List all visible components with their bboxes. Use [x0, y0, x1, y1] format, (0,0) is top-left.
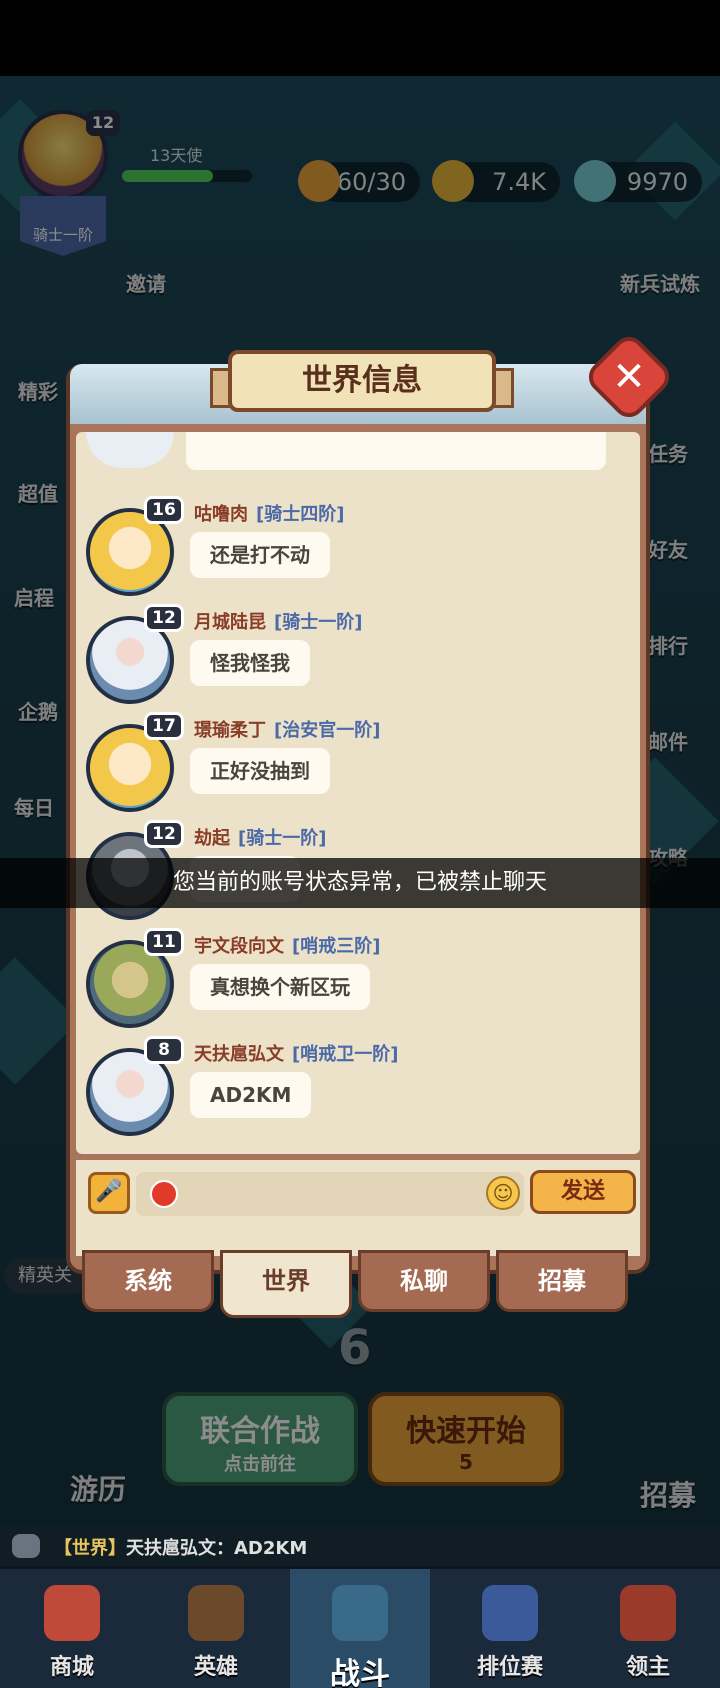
side-left-item-4[interactable]: 启程 — [14, 582, 54, 611]
sender-name-text: 月城陆昆 — [194, 612, 266, 633]
chat-banned-toast: 您当前的账号状态异常，已被禁止聊天 — [0, 858, 720, 908]
stamina-icon — [298, 160, 340, 202]
recruit-trial-button[interactable]: 新兵试炼 — [620, 268, 700, 297]
quick-start-cost: 5 — [459, 1450, 473, 1474]
sender-name-text: 天扶扈弘文 — [194, 1044, 284, 1065]
partial-message-bubble — [186, 432, 606, 470]
sender-level-badge: 16 — [144, 496, 184, 524]
invite-button[interactable]: 邀请 — [126, 268, 166, 297]
sender-name[interactable]: 璟瑜柔丁 [治安官一阶] — [194, 716, 380, 742]
status-bar — [0, 0, 720, 76]
ranked-shield-icon — [482, 1585, 538, 1641]
message-bubble: 怪我怪我 — [190, 640, 310, 686]
side-left-item-6[interactable]: 每日 — [14, 792, 54, 821]
nav-lord-label: 领主 — [625, 1655, 670, 1680]
union-battle-sub: 点击前往 — [224, 1454, 296, 1475]
message-bubble: 正好没抽到 — [190, 748, 330, 794]
ticker-message: 天扶扈弘文：AD2KM — [126, 1538, 308, 1559]
quick-start-button[interactable]: 快速开始 5 — [368, 1392, 564, 1486]
recruit-button[interactable]: 招募 — [640, 1474, 696, 1514]
sender-level-badge: 17 — [144, 712, 184, 740]
gold-coin-icon[interactable] — [432, 160, 474, 202]
sender-name-text: 咕噜肉 — [194, 504, 248, 525]
nav-shop-label: 商城 — [49, 1655, 94, 1680]
smiley-emoji-icon[interactable]: ☺ — [486, 1176, 520, 1210]
sender-level-badge: 12 — [144, 604, 184, 632]
chat-bubble-icon — [12, 1534, 40, 1558]
chat-text-input[interactable] — [136, 1172, 524, 1216]
tab-system[interactable]: 系统 — [82, 1250, 214, 1312]
lord-banner-icon — [620, 1585, 676, 1641]
sender-rank: [哨戒卫一阶] — [292, 1044, 399, 1065]
stage-number: 6 — [338, 1320, 372, 1376]
chat-message: 12 月城陆昆 [骑士一阶] 怪我怪我 — [76, 604, 640, 712]
player-name: 13天使 — [150, 146, 203, 165]
union-battle-label: 联合作战 — [200, 1414, 320, 1449]
sender-name-text: 劫起 — [194, 828, 230, 849]
nav-ranked-label: 排位赛 — [476, 1655, 543, 1680]
hero-card-icon — [188, 1585, 244, 1641]
partial-avatar — [86, 432, 174, 468]
travel-button[interactable]: 游历 — [70, 1468, 126, 1508]
gem-icon[interactable] — [574, 160, 616, 202]
chat-message-list[interactable]: 16 咕噜肉 [骑士四阶] 还是打不动 12 月城陆昆 [骑士一阶] 怪我怪我 17… — [76, 432, 640, 1154]
modal-title: 世界信息 — [228, 350, 496, 412]
message-bubble: 还是打不动 — [190, 532, 330, 578]
chat-message: 17 璟瑜柔丁 [治安官一阶] 正好没抽到 — [76, 712, 640, 820]
message-bubble: AD2KM — [190, 1072, 312, 1118]
sender-name-text: 宇文段向文 — [194, 936, 284, 957]
sender-rank: [治安官一阶] — [274, 720, 381, 741]
nav-heroes[interactable]: 英雄 — [144, 1569, 288, 1688]
sender-name[interactable]: 咕噜肉 [骑士四阶] — [194, 500, 344, 526]
side-left-item-5[interactable]: 企鹅 — [18, 696, 58, 725]
send-button[interactable]: 发送 — [530, 1170, 636, 1214]
sender-level-badge: 8 — [144, 1036, 184, 1064]
sender-name-text: 璟瑜柔丁 — [194, 720, 266, 741]
sender-rank: [骑士四阶] — [256, 504, 345, 525]
sender-rank: [哨戒三阶] — [292, 936, 381, 957]
crossed-swords-icon — [332, 1585, 388, 1641]
sender-rank: [骑士一阶] — [238, 828, 327, 849]
sender-level-badge: 11 — [144, 928, 184, 956]
side-right-mail[interactable]: 邮件 — [648, 726, 688, 755]
chat-message: 16 咕噜肉 [骑士四阶] 还是打不动 — [76, 496, 640, 604]
player-level-badge: 12 — [86, 110, 120, 136]
tab-private[interactable]: 私聊 — [358, 1250, 490, 1312]
nav-shop[interactable]: 商城 — [0, 1569, 144, 1688]
quick-start-label: 快速开始 — [406, 1414, 526, 1449]
nav-battle[interactable]: 战斗 — [290, 1569, 430, 1688]
tab-recruit[interactable]: 招募 — [496, 1250, 628, 1312]
sender-name[interactable]: 月城陆昆 [骑士一阶] — [194, 608, 362, 634]
nav-lord[interactable]: 领主 — [576, 1569, 720, 1688]
world-chat-ticker[interactable]: 【世界】天扶扈弘文：AD2KM — [0, 1526, 720, 1566]
side-right-tasks[interactable]: 任务 — [648, 438, 688, 467]
emoji-sticker-icon[interactable] — [150, 1180, 178, 1208]
ticker-channel: 【世界】 — [54, 1538, 126, 1559]
sender-name[interactable]: 天扶扈弘文 [哨戒卫一阶] — [194, 1040, 398, 1066]
xp-bar — [122, 170, 252, 182]
sender-level-badge: 12 — [144, 820, 184, 848]
side-left-item-3[interactable]: 超值 — [18, 478, 58, 507]
sender-rank: [骑士一阶] — [274, 612, 363, 633]
ticker-text: 【世界】天扶扈弘文：AD2KM — [54, 1534, 307, 1560]
union-battle-button[interactable]: 联合作战 点击前往 — [162, 1392, 358, 1486]
tab-world[interactable]: 世界 — [220, 1250, 352, 1318]
close-icon: ✕ — [612, 354, 646, 400]
shop-icon — [44, 1585, 100, 1641]
message-bubble: 真想换个新区玩 — [190, 964, 370, 1010]
side-right-friends[interactable]: 好友 — [648, 534, 688, 563]
sender-name[interactable]: 劫起 [骑士一阶] — [194, 824, 326, 850]
nav-heroes-label: 英雄 — [193, 1655, 238, 1680]
microphone-icon[interactable]: 🎤 — [88, 1172, 130, 1214]
chat-message: 8 天扶扈弘文 [哨戒卫一阶] AD2KM — [76, 1036, 640, 1144]
sender-name[interactable]: 宇文段向文 [哨戒三阶] — [194, 932, 380, 958]
chat-message: 11 宇文段向文 [哨戒三阶] 真想换个新区玩 — [76, 928, 640, 1036]
xp-bar-fill — [122, 170, 213, 182]
side-left-item-2[interactable]: 精彩 — [18, 376, 58, 405]
bottom-nav: 商城 英雄 战斗 排位赛 领主 — [0, 1566, 720, 1688]
nav-ranked[interactable]: 排位赛 — [438, 1569, 582, 1688]
nav-battle-label: 战斗 — [330, 1657, 390, 1688]
side-right-ranking[interactable]: 排行 — [648, 630, 688, 659]
